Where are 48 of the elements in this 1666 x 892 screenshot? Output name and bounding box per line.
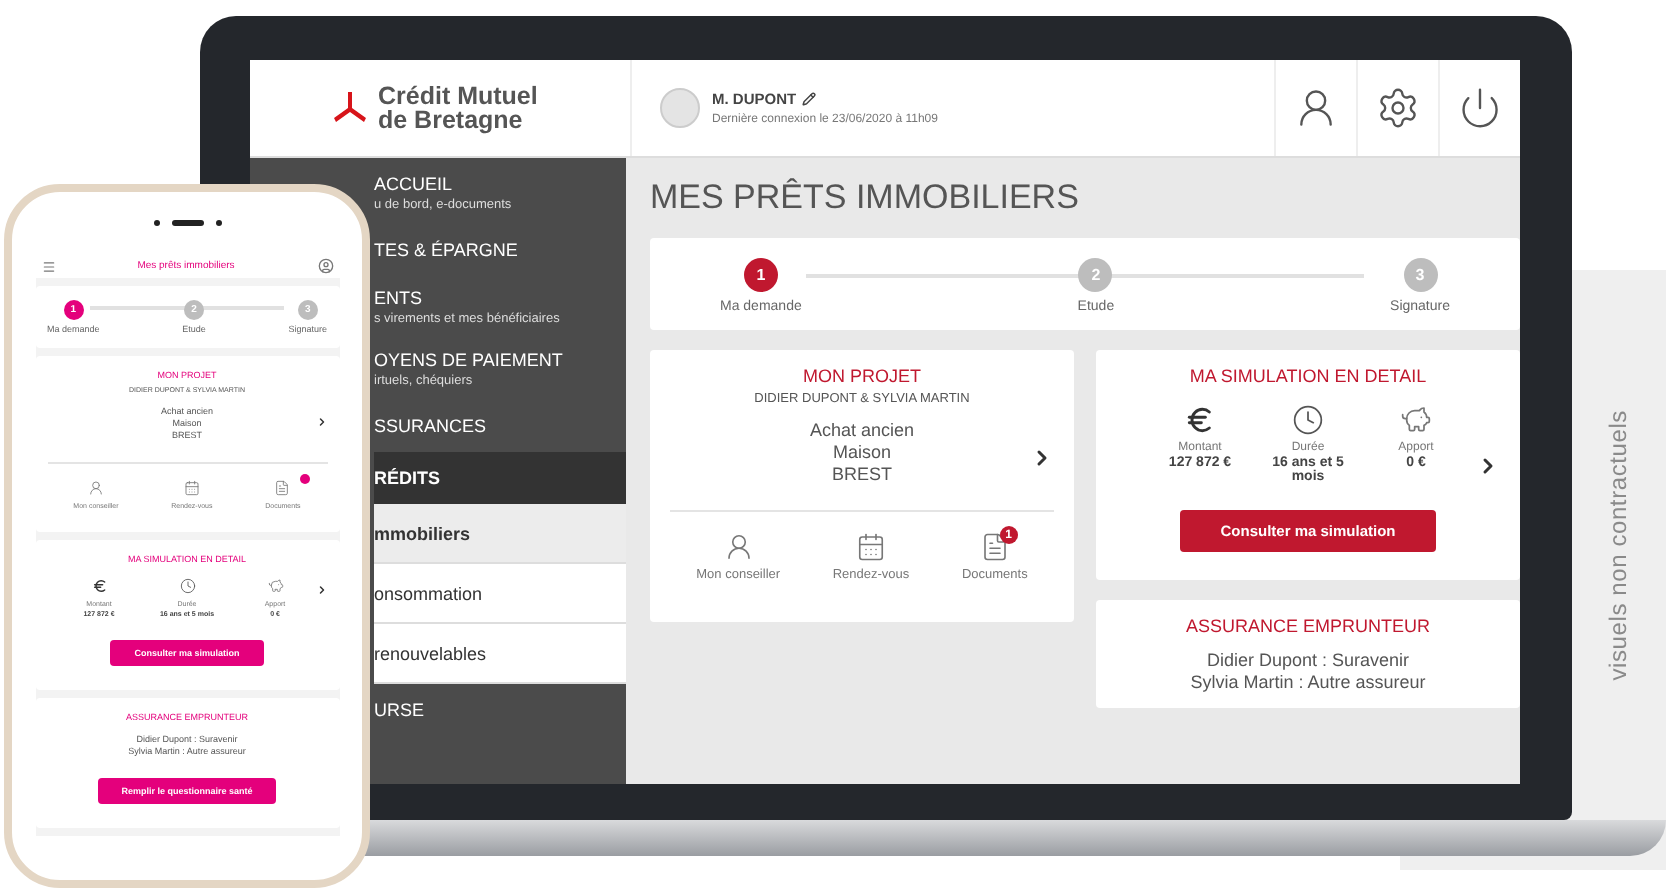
insurer-line: Didier Dupont : Suravenir [1206,650,1410,670]
calendar-icon [183,480,200,496]
sidebar-label: SSURANCES [374,416,489,436]
menu-icon[interactable] [41,259,55,273]
pencil-icon[interactable] [802,92,817,106]
brand-name: Crédit Mutuel de Bretagne [378,84,538,132]
sensor-dot [215,220,221,226]
sidebar-section-expanded[interactable]: RÉDITS [374,452,626,504]
step-number[interactable]: 1 [743,258,778,292]
document-icon [274,480,291,496]
chevron-right-icon[interactable] [315,416,327,428]
advisor-icon [87,480,104,496]
euro-icon [91,578,107,594]
insurer-line: Sylvia Martin : Autre assureur [1190,672,1426,692]
card-title: ASSURANCE EMPRUNTEUR [1185,616,1430,636]
calendar-icon [856,532,887,562]
project-detail: Maison [832,442,891,462]
piggy-bank-icon [267,578,283,594]
card-title: MA SIMULATION EN DETAIL [1189,366,1427,386]
sidebar-label: RÉDITS [374,468,443,488]
clock-icon [179,578,195,594]
disclaimer-text: visuels non contractuels [1604,410,1632,681]
sidebar-label: OYENS DE PAIEMENT [374,350,565,370]
chevron-right-icon[interactable] [315,584,327,596]
sidebar-label: ENTS [374,288,425,308]
euro-icon [1184,404,1216,436]
camera-dot [153,220,159,226]
piggy-bank-icon [1400,404,1432,436]
sidebar-subitem[interactable]: onsommation [374,564,626,624]
logo-icon [330,88,370,128]
sidebar-label: TES & ÉPARGNE [374,240,520,260]
power-icon[interactable] [1458,86,1502,130]
project-detail: Achat ancien [809,420,915,440]
advisor-icon [723,532,754,562]
settings-icon[interactable] [1376,86,1420,130]
avatar [660,88,700,128]
document-icon [979,532,1010,562]
page-title: MES PRÊTS IMMOBILIERS [650,178,1081,218]
profile-icon[interactable] [317,258,333,274]
sidebar-subitem[interactable]: renouvelables [374,624,626,684]
advisor-icon[interactable] [1294,86,1338,130]
sidebar-label: ACCUEIL [374,174,455,194]
speaker-slot [171,220,203,226]
sidebar-label: URSE [374,700,427,720]
sidebar-subitem[interactable]: mmobiliers [374,504,626,564]
clock-icon [1292,404,1324,436]
project-detail: BREST [831,464,892,484]
card-title: MON PROJET [802,366,921,386]
